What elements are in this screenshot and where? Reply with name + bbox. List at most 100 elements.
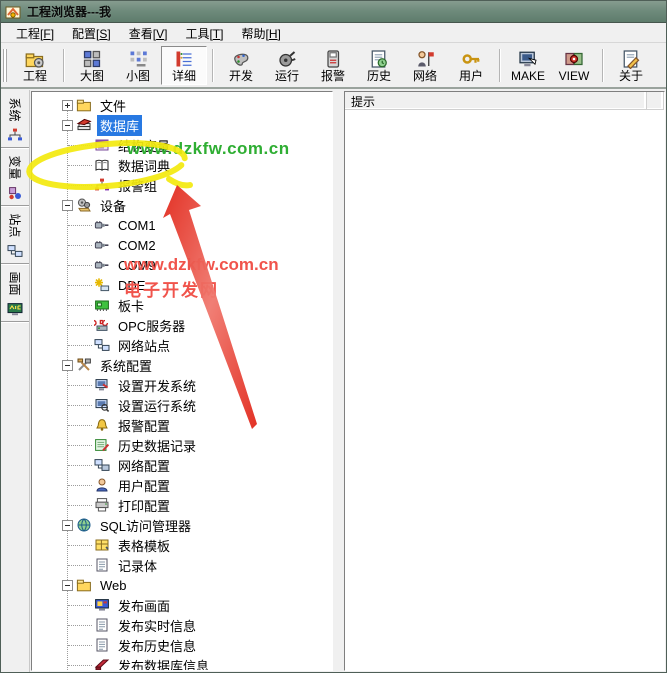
tree-item-数据词典[interactable]: 数据词典 [32,155,332,175]
user-config-icon [94,477,111,493]
tree-item-板卡[interactable]: 板卡 [32,295,332,315]
menu-item-5[interactable]: 帮助[H] [232,23,289,44]
toolbar-button-大图[interactable]: 大图 [69,46,115,85]
tree-item-报警配置[interactable]: 报警配置 [32,415,332,435]
side-tab-变量[interactable]: 变量 [1,148,29,206]
toolbar-button-历史[interactable]: 历史 [356,46,402,85]
tree-item-COM9[interactable]: COM9 [32,255,332,275]
toolbar-button-工程[interactable]: 工程 [12,46,58,85]
toolbar-button-view[interactable]: VIEW [551,46,597,85]
toolbar-button-关于[interactable]: 关于 [608,46,654,85]
toolbar-button-用户[interactable]: 用户 [448,46,494,85]
tree-connector-line [68,465,92,466]
menu-item-1[interactable]: 工程[F] [7,23,63,44]
tree-item-label: SQL访问管理器 [97,515,194,536]
com-port-icon [94,237,111,253]
station-tab-icon [7,243,23,259]
board-card-icon [94,297,111,313]
menu-item-4[interactable]: 工具[T] [176,23,232,44]
tree-item-COM1[interactable]: COM1 [32,215,332,235]
screen-tab-icon [7,301,23,317]
tree-item-系统配置[interactable]: 系统配置 [32,355,332,375]
alarm-group-icon [94,177,111,193]
side-tab-label: 系统 [6,97,23,121]
column-header-hint[interactable]: 提示 [345,92,647,109]
tree-item-label: 数据词典 [115,155,173,176]
tree-item-OPC服务器[interactable]: OPC服务器 [32,315,332,335]
tree-item-label: Web [97,577,130,594]
view-eye-icon [563,49,585,69]
column-header-empty[interactable] [647,92,664,109]
tree-connector-line [68,245,92,246]
toolbar-separator [63,49,64,82]
app-logo-icon[interactable] [5,4,21,20]
tree-item-label: 板卡 [115,295,147,316]
collapse-minus-icon[interactable] [62,120,73,131]
toolbar-button-label: 网络 [413,70,437,83]
toolbar: 工程大图小图详细 开发运行报警历史网络用户 MAKEVIEW 关于 [1,44,666,89]
tree-connector-line [68,605,92,606]
tree-item-文件[interactable]: 文件 [32,95,332,115]
tree-item-发布历史信息[interactable]: 发布历史信息 [32,635,332,655]
side-tab-站点[interactable]: 站点 [1,206,29,264]
tree-connector-line [68,385,92,386]
titlebar[interactable]: 工程浏览器---我 [1,1,666,23]
tree-item-报警组[interactable]: 报警组 [32,175,332,195]
collapse-minus-icon[interactable] [62,200,73,211]
run-system-icon [94,397,111,413]
tree-item-COM2[interactable]: COM2 [32,235,332,255]
tree-item-label: 报警配置 [115,415,173,436]
panel-splitter[interactable] [333,90,344,672]
menubar: 工程[F]配置[S]查看[V]工具[T]帮助[H] [1,24,666,43]
tree-item-设备[interactable]: 设备 [32,195,332,215]
about-note-icon [620,49,642,69]
tree-item-label: 发布数据库信息 [115,655,212,672]
tree-item-网络配置[interactable]: 网络配置 [32,455,332,475]
tree-item-数据库[interactable]: 数据库 [32,115,332,135]
toolbar-button-详细[interactable]: 详细 [161,46,207,85]
side-tab-系统[interactable]: 系统 [1,90,29,148]
detail-panel-body[interactable] [345,110,664,670]
small-icons-icon [127,49,149,69]
side-tab-画面[interactable]: 画面 [1,264,29,322]
tree-item-网络站点[interactable]: 网络站点 [32,335,332,355]
toolbar-button-运行[interactable]: 运行 [264,46,310,85]
tree-item-用户配置[interactable]: 用户配置 [32,475,332,495]
tree-item-发布实时信息[interactable]: 发布实时信息 [32,615,332,635]
tree-item-结构变量[interactable]: 结构变量 [32,135,332,155]
toolbar-grip[interactable] [3,49,10,82]
toolbar-button-报警[interactable]: 报警 [310,46,356,85]
collapse-minus-icon[interactable] [62,520,73,531]
toolbar-button-label: 大图 [80,70,104,83]
toolbar-button-make[interactable]: MAKE [505,46,551,85]
tree-item-label: 用户配置 [115,475,173,496]
folder-icon [76,97,93,113]
toolbar-button-网络[interactable]: 网络 [402,46,448,85]
tree-item-发布数据库信息[interactable]: 发布数据库信息 [32,655,332,671]
tree-item-设置开发系统[interactable]: 设置开发系统 [32,375,332,395]
tree-item-设置运行系统[interactable]: 设置运行系统 [32,395,332,415]
collapse-minus-icon[interactable] [62,580,73,591]
tree-item-历史数据记录[interactable]: 历史数据记录 [32,435,332,455]
tree-item-label: 打印配置 [115,495,173,516]
tree-item-打印配置[interactable]: 打印配置 [32,495,332,515]
device-icon [76,197,93,213]
menu-item-3[interactable]: 查看[V] [120,23,177,44]
tree-item-表格模板[interactable]: 表格模板 [32,535,332,555]
tree-item-DDE[interactable]: DDE [32,275,332,295]
tree-item-记录体[interactable]: 记录体 [32,555,332,575]
toolbar-button-小图[interactable]: 小图 [115,46,161,85]
toolbar-button-label: 详细 [172,70,196,83]
tree-item-Web[interactable]: Web [32,575,332,595]
side-tab-label: 变量 [6,155,23,179]
menu-item-2[interactable]: 配置[S] [63,23,120,44]
com-port-icon [94,257,111,273]
tree-connector-line [68,485,92,486]
tree-item-SQL访问管理器[interactable]: SQL访问管理器 [32,515,332,535]
expand-plus-icon[interactable] [62,100,73,111]
side-tab-label: 站点 [6,213,23,237]
collapse-minus-icon[interactable] [62,360,73,371]
tree-item-发布画面[interactable]: 发布画面 [32,595,332,615]
tree-item-label: 数据库 [97,115,142,136]
toolbar-button-开发[interactable]: 开发 [218,46,264,85]
